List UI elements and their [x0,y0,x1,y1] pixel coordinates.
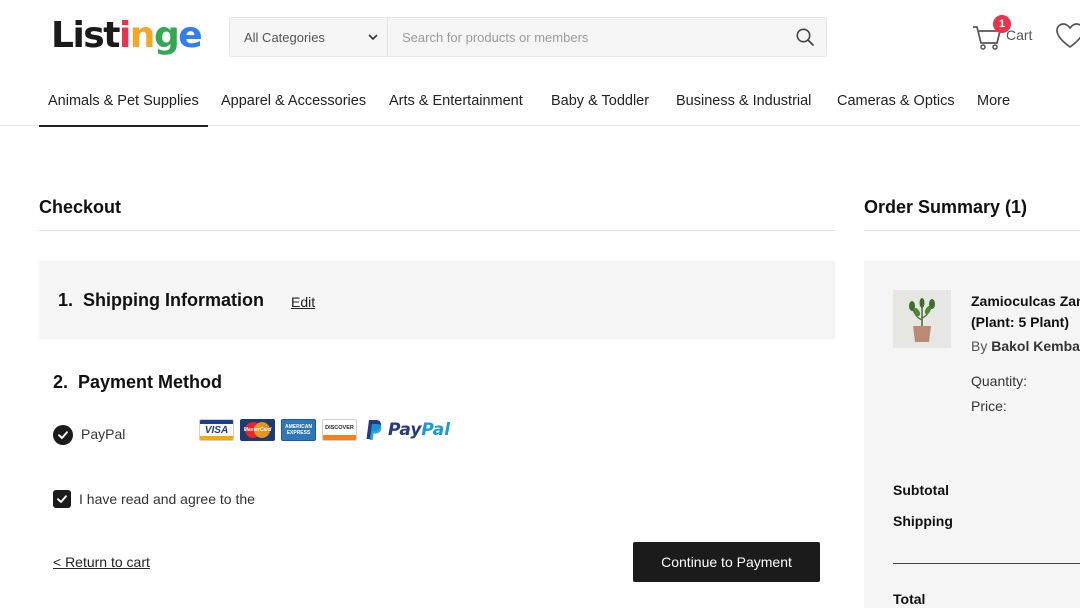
check-icon [57,495,67,503]
divider [893,563,1080,564]
payment-card-logos: VISA MasterCard AMERICAN EXPRESS DISCOVE… [199,419,450,441]
amex-text: AMERICAN EXPRESS [285,424,312,436]
logo-letter: L [51,15,74,56]
category-select[interactable]: All Categories [230,18,388,56]
discover-text: DISCOVER [325,425,354,431]
nav-item-apparel-accessories[interactable]: Apparel & Accessories [221,76,366,126]
continue-to-payment-button[interactable]: Continue to Payment [633,542,820,582]
paypal-radio[interactable] [53,425,73,445]
payment-method-title: 2. Payment Method [53,372,223,392]
logo-letter: g [153,15,180,56]
search-input[interactable] [388,18,784,56]
logo-letter: t [103,15,120,56]
logo-letter: e [178,15,202,56]
category-select-value: All Categories [244,29,325,45]
subtotal-label: Subtotal [893,482,949,498]
discover-icon: DISCOVER [322,419,357,441]
nav-item-arts-entertainment[interactable]: Arts & Entertainment [389,76,523,126]
product-name-line1: Zamioculcas Zam [971,293,1080,309]
heart-icon[interactable] [1055,22,1080,50]
check-icon [58,431,68,439]
return-to-cart-link[interactable]: < Return to cart [53,554,150,570]
chevron-down-icon [368,34,378,41]
nav-item-cameras-optics[interactable]: Cameras & Optics [837,76,955,126]
divider [39,230,835,231]
product-image[interactable] [893,290,951,348]
shipping-section: 1. Shipping Information Edit [39,261,835,339]
quantity-label: Quantity: [971,373,1028,389]
mastercard-text: MasterCard [243,427,272,433]
cart-label: Cart [1006,27,1033,43]
plant-icon [893,290,951,348]
price-label: Price: [971,398,1007,414]
category-nav: Animals & Pet Supplies Apparel & Accesso… [0,76,1080,127]
product-name[interactable]: Zamioculcas Zam (Plant: 5 Plant) [971,291,1080,333]
logo-letter: i [118,15,131,56]
paypal-p-icon [366,420,382,440]
visa-text: VISA [204,424,229,436]
logo-letter: s [83,15,104,56]
nav-item-baby-toddler[interactable]: Baby & Toddler [551,76,649,126]
agree-terms-label: I have read and agree to the [79,491,255,507]
checkout-title: Checkout [39,197,122,217]
product-name-line2: (Plant: 5 Plant) [971,314,1070,330]
cart-button[interactable]: 1 Cart [972,15,1033,50]
edit-shipping-link[interactable]: Edit [291,294,315,310]
brand-logo[interactable]: Listinge [51,14,203,58]
product-seller-prefix: By [971,338,988,354]
agree-terms-checkbox[interactable] [53,490,71,508]
total-label: Total [893,591,926,607]
cart-count-badge: 1 [993,15,1011,33]
search-icon [796,28,814,46]
nav-item-animals-pet-supplies[interactable]: Animals & Pet Supplies [39,76,208,127]
search-bar: All Categories [229,17,827,57]
paypal-icon: PayPal [365,419,450,441]
product-seller: By Bakol Kembar [971,338,1080,354]
logo-letter: i [72,15,84,56]
paypal-brand-text: PayPal [388,420,451,440]
mastercard-icon: MasterCard [240,419,275,441]
order-summary-title: Order Summary (1) [864,197,1028,217]
divider [864,230,1080,231]
amex-icon: AMERICAN EXPRESS [281,419,316,441]
visa-icon: VISA [199,419,234,441]
search-button[interactable] [784,18,826,56]
shipping-title: 1. Shipping Information [58,290,264,310]
order-summary-panel: Zamioculcas Zam (Plant: 5 Plant) By Bako… [864,261,1080,608]
nav-item-business-industrial[interactable]: Business & Industrial [676,76,811,126]
shipping-label: Shipping [893,513,953,529]
nav-item-more[interactable]: More [977,76,1010,126]
payment-method-label: PayPal [81,426,126,442]
logo-letter: n [129,15,156,56]
product-seller-name[interactable]: Bakol Kembar [991,338,1080,354]
